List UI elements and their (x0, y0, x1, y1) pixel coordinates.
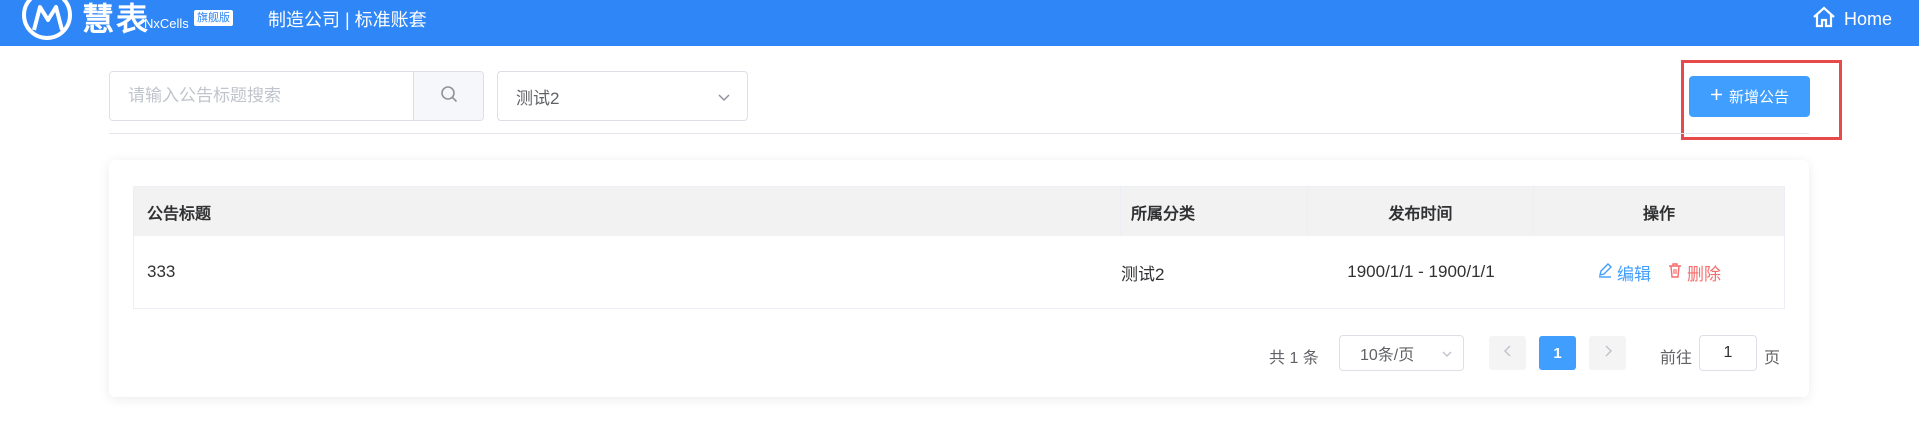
add-announcement-button[interactable]: 新增公告 (1689, 76, 1810, 117)
category-select-value: 测试2 (516, 88, 560, 108)
edit-icon (1597, 262, 1613, 283)
page-size-value: 10条/页 (1360, 347, 1415, 364)
top-bar: 慧表 NxCells 旗舰版 制造公司 | 标准账套 Home (0, 0, 1919, 46)
row-category: 测试2 (1121, 264, 1165, 284)
row-actions: 编辑 删除 (1534, 236, 1784, 308)
chevron-down-icon (1441, 347, 1453, 365)
brand-name: 慧表 (82, 1, 151, 37)
page-size-select[interactable]: 10条/页 (1339, 335, 1464, 371)
column-header-actions: 操作 (1642, 205, 1675, 223)
delete-label: 删除 (1687, 264, 1721, 284)
prev-page-button[interactable] (1489, 336, 1526, 370)
search-button[interactable] (413, 72, 483, 120)
search-input[interactable] (110, 72, 413, 120)
column-header-category: 所属分类 (1121, 187, 1308, 236)
home-link[interactable]: Home (1812, 6, 1892, 33)
edition-badge: 旗舰版 (194, 10, 233, 26)
goto-label: 前往 (1660, 350, 1693, 367)
chevron-right-icon (1603, 344, 1613, 362)
search-box (109, 71, 484, 121)
column-header-title: 公告标题 (134, 187, 1121, 236)
home-label: Home (1843, 9, 1892, 29)
edit-button[interactable]: 编辑 (1597, 260, 1651, 285)
table-header: 公告标题 所属分类 发布时间 操作 (134, 187, 1784, 236)
column-header-time: 发布时间 (1308, 187, 1534, 236)
pagination: 共 1 条 10条/页 1 前往 页 (109, 335, 1809, 371)
next-page-button[interactable] (1589, 336, 1626, 370)
brand-subtitle: NxCells (144, 16, 189, 31)
home-icon (1812, 6, 1836, 33)
plus-icon (1710, 88, 1723, 105)
row-time: 1900/1/1 - 1900/1/1 (1347, 262, 1495, 281)
goto-page-input[interactable] (1699, 335, 1757, 371)
delete-button[interactable]: 删除 (1667, 260, 1721, 285)
goto-unit-label: 页 (1764, 350, 1781, 367)
logo-icon (22, 0, 72, 40)
page-number-current[interactable]: 1 (1539, 336, 1576, 370)
add-button-label: 新增公告 (1728, 89, 1789, 106)
company-breadcrumb[interactable]: 制造公司 | 标准账套 (268, 6, 427, 32)
chevron-down-icon (717, 89, 731, 109)
toolbar-divider (109, 133, 1809, 134)
category-select[interactable]: 测试2 (497, 71, 748, 121)
trash-icon (1667, 262, 1683, 283)
announcement-card: 公告标题 所属分类 发布时间 操作 333 测试2 1900/1/1 - 190… (109, 160, 1809, 397)
total-count: 共 1 条 (1269, 350, 1319, 367)
search-icon (440, 85, 458, 108)
edit-label: 编辑 (1617, 264, 1651, 284)
chevron-left-icon (1503, 344, 1513, 362)
row-title: 333 (147, 262, 176, 281)
announcement-table: 公告标题 所属分类 发布时间 操作 333 测试2 1900/1/1 - 190… (133, 186, 1785, 309)
table-row: 333 测试2 1900/1/1 - 1900/1/1 编辑 删除 (134, 236, 1784, 308)
